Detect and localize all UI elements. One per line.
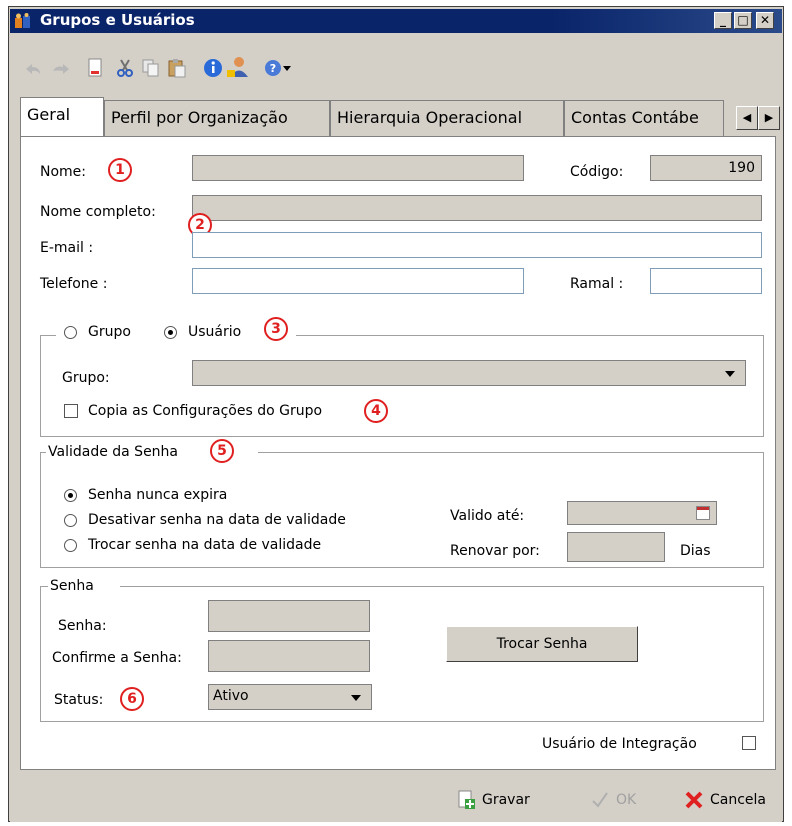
dias-label: Dias: [680, 543, 711, 559]
senha-nunca-expira-label: Senha nunca expira: [88, 487, 228, 503]
close-button[interactable]: ✕: [756, 12, 774, 29]
grupo-select[interactable]: [192, 360, 746, 386]
trocar-senha-button[interactable]: Trocar Senha: [446, 626, 638, 662]
redo-icon[interactable]: [50, 58, 72, 80]
save-icon: [458, 790, 475, 809]
tab-scroll-right-button[interactable]: ▶: [758, 106, 780, 130]
nome-label: Nome:: [40, 164, 87, 180]
renovar-por-field[interactable]: [567, 532, 665, 562]
senha-label: Senha:: [58, 618, 107, 634]
new-document-icon[interactable]: [84, 57, 106, 79]
chevron-down-icon[interactable]: [725, 371, 735, 377]
annotation-badge-3: 3: [264, 317, 288, 341]
tab-contas-contabeis[interactable]: Contas Contábe: [564, 100, 724, 136]
desativar-senha-radio[interactable]: [64, 514, 77, 527]
gravar-label: Gravar: [482, 792, 530, 808]
usuario-integracao-checkbox[interactable]: [742, 736, 756, 750]
user-icon[interactable]: [226, 56, 248, 78]
copy-icon[interactable]: [140, 57, 162, 79]
copia-config-checkbox[interactable]: [64, 404, 78, 418]
trocar-senha-label: Trocar senha na data de validade: [88, 537, 322, 553]
usuario-radio[interactable]: [164, 326, 177, 339]
confirme-senha-field[interactable]: [208, 640, 370, 672]
telefone-field[interactable]: [192, 268, 524, 294]
tab-perfil-organizacao[interactable]: Perfil por Organização: [104, 100, 330, 136]
nome-field[interactable]: [192, 155, 524, 181]
tab-geral[interactable]: Geral: [20, 97, 104, 137]
paste-icon[interactable]: [166, 57, 188, 79]
cut-icon[interactable]: [114, 57, 136, 79]
grupo-radio[interactable]: [64, 326, 77, 339]
ok-label: OK: [616, 792, 637, 808]
cancela-button[interactable]: Cancela: [684, 788, 782, 812]
nome-completo-label: Nome completo:: [40, 204, 156, 220]
tipo-group: [40, 335, 764, 437]
validade-legend: Validade da Senha: [48, 444, 179, 460]
calendar-icon[interactable]: [696, 506, 710, 520]
annotation-badge-5: 5: [210, 439, 234, 463]
gravar-button[interactable]: Gravar: [456, 788, 548, 812]
email-label: E-mail :: [40, 240, 94, 256]
confirme-senha-label: Confirme a Senha:: [52, 650, 182, 666]
valido-ate-field[interactable]: [567, 501, 717, 525]
telefone-label: Telefone :: [40, 276, 108, 292]
usuario-radio-label: Usuário: [188, 324, 242, 340]
codigo-value: 190: [728, 160, 755, 176]
cancel-x-icon: [685, 791, 703, 809]
window-title: Grupos e Usuários: [40, 11, 195, 29]
ramal-field[interactable]: [650, 268, 762, 294]
status-value: Ativo: [213, 688, 249, 704]
tab-scroll-left-button[interactable]: ◀: [736, 106, 758, 130]
status-select[interactable]: Ativo: [208, 684, 372, 710]
senha-field[interactable]: [208, 600, 370, 632]
senha-nunca-expira-radio[interactable]: [64, 489, 77, 502]
ramal-label: Ramal :: [570, 276, 624, 292]
help-icon[interactable]: ?: [262, 57, 284, 79]
grupo-radio-label: Grupo: [88, 324, 131, 340]
svg-text:?: ?: [270, 62, 276, 75]
status-label: Status:: [54, 692, 104, 708]
codigo-label: Código:: [570, 164, 624, 180]
annotation-badge-4: 4: [364, 399, 388, 423]
cancela-label: Cancela: [710, 792, 767, 808]
codigo-field[interactable]: 190: [650, 155, 762, 181]
renovar-por-label: Renovar por:: [450, 543, 540, 559]
undo-icon[interactable]: [22, 58, 44, 80]
email-field[interactable]: [192, 232, 762, 258]
annotation-badge-6: 6: [120, 687, 144, 711]
ok-button[interactable]: OK: [590, 788, 650, 812]
dropdown-icon[interactable]: [283, 66, 291, 71]
usuario-integracao-label: Usuário de Integração: [542, 736, 697, 752]
app-icon: [14, 13, 32, 29]
nome-completo-field[interactable]: [192, 195, 762, 221]
minimize-button[interactable]: _: [714, 12, 732, 29]
senha-legend: Senha: [50, 578, 94, 594]
check-icon: [592, 792, 608, 808]
info-icon[interactable]: [202, 57, 224, 79]
copia-config-label: Copia as Configurações do Grupo: [88, 403, 323, 419]
desativar-senha-label: Desativar senha na data de validade: [88, 512, 346, 528]
annotation-badge-1: 1: [108, 158, 132, 182]
bottom-action-bar: [10, 776, 782, 822]
maximize-button[interactable]: □: [734, 12, 752, 29]
trocar-senha-radio[interactable]: [64, 539, 77, 552]
tab-hierarquia-operacional[interactable]: Hierarquia Operacional: [330, 100, 564, 136]
grupo-label: Grupo:: [62, 370, 110, 386]
chevron-down-icon[interactable]: [351, 695, 361, 701]
valido-ate-label: Valido até:: [450, 508, 525, 524]
